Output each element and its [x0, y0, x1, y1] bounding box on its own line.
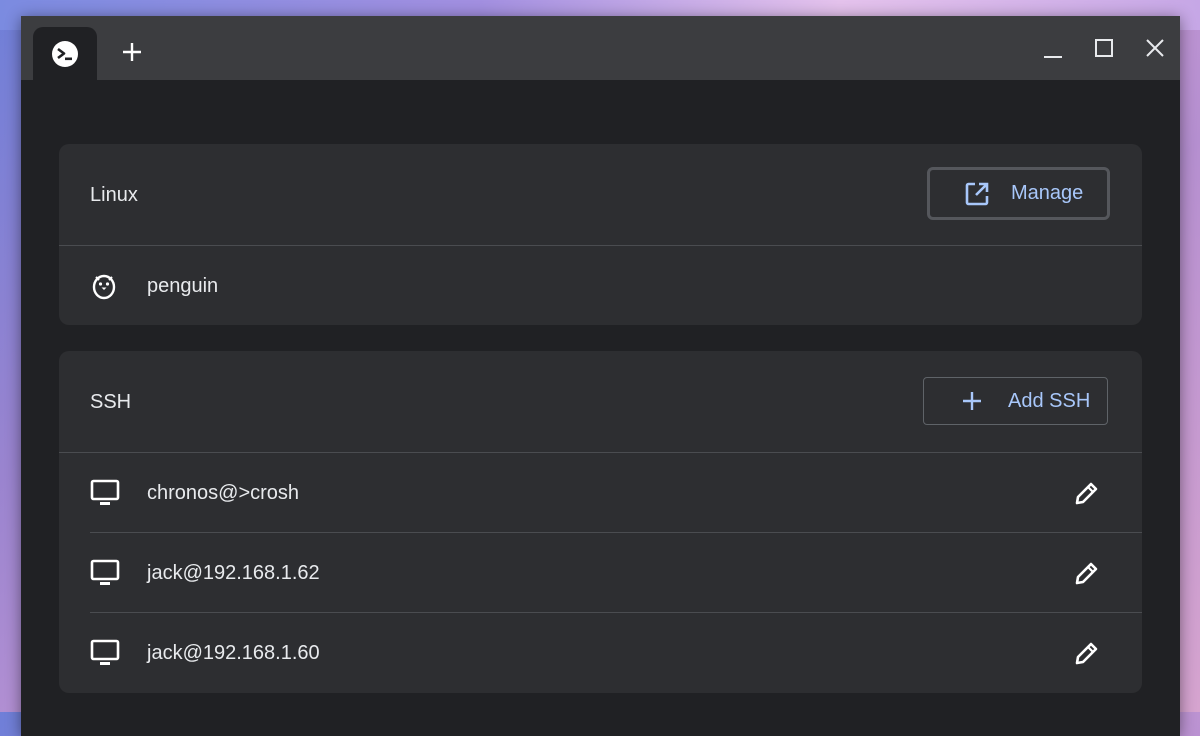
- maximize-button[interactable]: [1088, 34, 1120, 66]
- terminal-icon: [52, 40, 78, 67]
- edit-connection-button[interactable]: [1071, 477, 1103, 509]
- ssh-connection-row[interactable]: jack@192.168.1.60: [59, 613, 1142, 693]
- ssh-header: SSH Add SSH: [59, 351, 1142, 452]
- linux-container-row[interactable]: penguin: [59, 246, 1142, 325]
- monitor-icon: [90, 479, 120, 507]
- connection-name: jack@192.168.1.62: [147, 562, 320, 584]
- pencil-icon: [1075, 482, 1098, 505]
- edit-connection-button[interactable]: [1071, 557, 1103, 589]
- manage-button[interactable]: Manage: [927, 167, 1110, 220]
- minimize-icon: [1043, 38, 1063, 63]
- monitor-icon: [90, 639, 120, 667]
- close-icon: [1145, 38, 1165, 63]
- pencil-icon: [1075, 562, 1098, 585]
- pencil-icon: [1075, 642, 1098, 665]
- ssh-title: SSH: [90, 391, 132, 413]
- ssh-section: SSH Add SSH chronos@>crosh jack@192.168.…: [59, 351, 1142, 693]
- connection-name: jack@192.168.1.60: [147, 642, 320, 664]
- add-ssh-label: Add SSH: [1008, 389, 1091, 412]
- terminal-window: Linux Manage penguin SSH Add SSH chronos…: [21, 16, 1180, 736]
- connection-name: chronos@>crosh: [147, 482, 300, 504]
- monitor-icon: [90, 559, 120, 587]
- ssh-connection-row[interactable]: jack@192.168.1.62: [59, 533, 1142, 613]
- edit-connection-button[interactable]: [1071, 637, 1103, 669]
- plus-icon: [958, 387, 986, 415]
- maximize-icon: [1094, 38, 1114, 63]
- open-in-new-icon: [963, 180, 991, 208]
- minimize-button[interactable]: [1037, 34, 1069, 66]
- add-ssh-button[interactable]: Add SSH: [923, 377, 1108, 425]
- manage-label: Manage: [1011, 182, 1084, 204]
- tab-terminal[interactable]: [33, 27, 97, 80]
- new-tab-button[interactable]: [113, 35, 151, 73]
- penguin-icon: [90, 272, 120, 300]
- plus-icon: [121, 41, 143, 68]
- linux-section: Linux Manage penguin: [59, 144, 1142, 325]
- close-button[interactable]: [1139, 34, 1171, 66]
- title-bar: [21, 16, 1180, 80]
- ssh-connection-row[interactable]: chronos@>crosh: [59, 453, 1142, 533]
- linux-title: Linux: [90, 184, 138, 206]
- terminal-home: Linux Manage penguin SSH Add SSH chronos…: [21, 80, 1180, 736]
- linux-header: Linux Manage: [59, 144, 1142, 245]
- container-name: penguin: [147, 275, 219, 297]
